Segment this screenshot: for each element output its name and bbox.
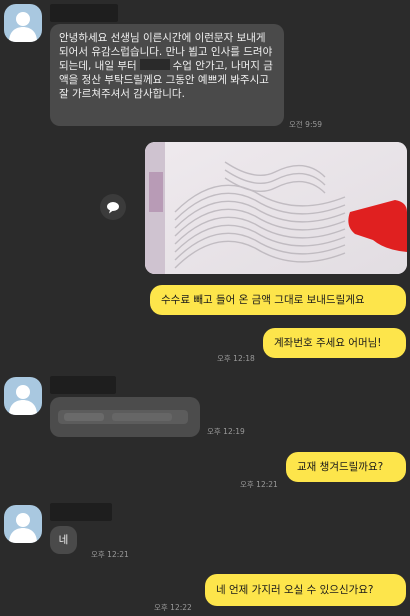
sender-name-redacted [50,4,118,22]
incoming-message-blurred[interactable] [50,397,200,437]
sender-avatar[interactable] [4,377,42,415]
default-profile-icon [9,385,37,415]
sender-name-redacted [50,376,116,394]
timestamp: 오후 12:19 [207,427,245,436]
sender-avatar[interactable] [4,4,42,42]
redacted-text [139,59,170,70]
timestamp: 오후 12:21 [91,550,129,559]
timestamp: 오후 12:22 [154,603,192,612]
speech-bubble-share-icon [107,201,119,213]
timestamp: 오전 9:59 [289,120,323,129]
share-button[interactable] [100,194,126,220]
outgoing-message[interactable]: 네 언제 가지러 오실 수 있으신가요? [205,574,406,606]
sender-avatar[interactable] [4,505,42,543]
outgoing-message[interactable]: 수수료 빼고 들어 온 금액 그대로 보내드릴게요 [150,285,406,315]
incoming-message-long[interactable]: 안녕하세요 선생님 이른시간에 이런문자 보내게 되어서 유감스럽습니다. 만나… [50,24,284,126]
timestamp: 오후 12:18 [217,354,255,363]
blurred-content [58,410,188,424]
outgoing-message[interactable]: 교재 챙겨드릴까요? [286,452,406,482]
photo-thumbnail [145,142,407,274]
default-profile-icon [9,513,37,543]
outgoing-message[interactable]: 계좌번호 주세요 어머님! [263,328,406,358]
timestamp: 오후 12:21 [240,480,278,489]
image-message[interactable] [145,142,407,274]
sender-name-redacted [50,503,112,521]
incoming-message[interactable]: 네 [50,526,77,554]
default-profile-icon [9,12,37,42]
